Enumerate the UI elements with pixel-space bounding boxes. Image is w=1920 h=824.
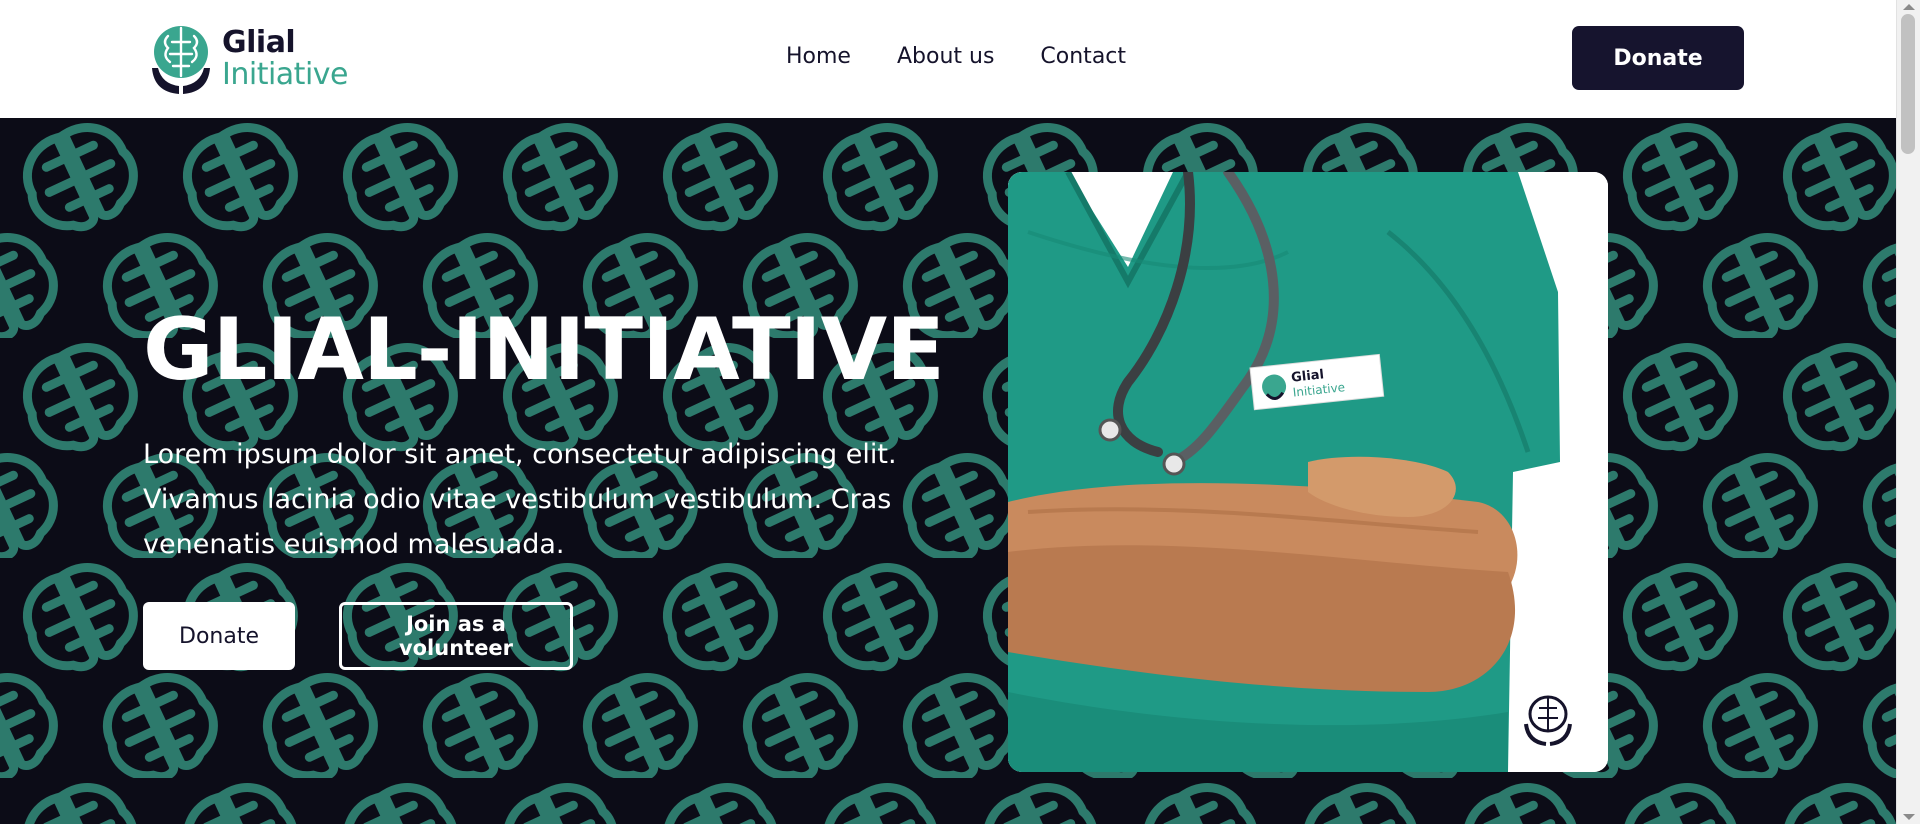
brand-name-line1: Glial	[222, 25, 296, 60]
nav-link-about-us[interactable]: About us	[897, 44, 994, 69]
scroll-down-icon[interactable]	[1903, 814, 1915, 820]
brain-in-hands-icon	[152, 26, 210, 94]
nav-link-contact[interactable]: Contact	[1040, 44, 1126, 69]
join-volunteer-button[interactable]: Join as a volunteer	[339, 602, 573, 670]
nav-link-home[interactable]: Home	[786, 44, 851, 69]
scroll-up-icon[interactable]	[1903, 4, 1915, 10]
doctor-illustration: Glial Initiative	[1008, 172, 1608, 772]
brand-name: Glial Initiative	[222, 25, 349, 92]
top-navbar: Glial Initiative Home About us Contact D…	[0, 0, 1896, 118]
brand-name-line2: Initiative	[222, 57, 349, 92]
hero-doctor-image: Glial Initiative	[1008, 172, 1608, 772]
main-nav: Home About us Contact	[786, 44, 1126, 69]
hero-section: GLIAL-INITIATIVE Lorem ipsum dolor sit a…	[0, 118, 1896, 824]
scrollbar-thumb[interactable]	[1901, 14, 1915, 154]
hero-description: Lorem ipsum dolor sit amet, consectetur …	[143, 439, 897, 560]
vertical-scrollbar[interactable]	[1896, 0, 1920, 824]
hero-donate-button[interactable]: Donate	[143, 602, 295, 670]
hero-title: GLIAL-INITIATIVE	[143, 300, 945, 400]
hero-actions: Donate Join as a volunteer	[143, 602, 573, 670]
brand-logo[interactable]: Glial Initiative	[148, 22, 349, 96]
header-donate-button[interactable]: Donate	[1572, 26, 1744, 90]
